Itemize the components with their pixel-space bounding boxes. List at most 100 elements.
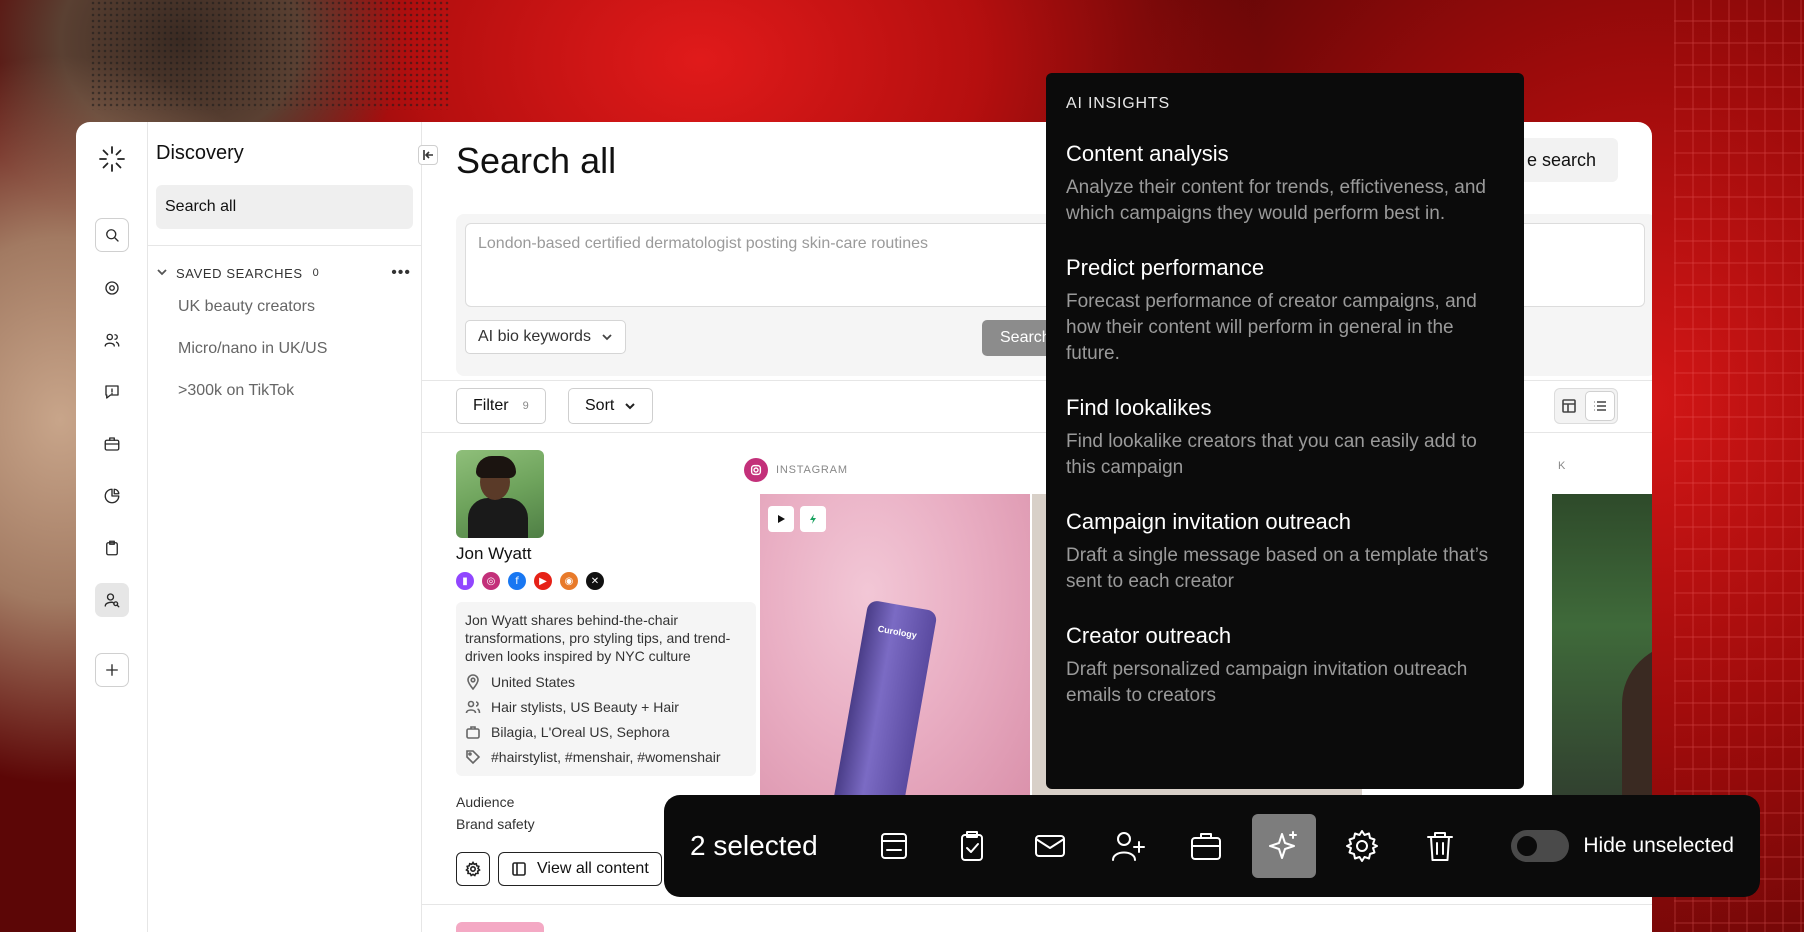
briefcase-icon [104,437,119,451]
chat-icon [104,385,119,399]
creator-tags: #hairstylist, #menshair, #womenshair [465,749,747,765]
divider [422,904,1652,905]
creator-bio: Jon Wyatt shares behind-the-chair transf… [465,612,731,664]
users-icon [465,700,481,714]
briefcase-icon [466,726,480,739]
brand-safety-link[interactable]: Brand safety [456,816,535,832]
page-title: Search all [456,140,617,181]
add-to-campaign-button[interactable] [1174,814,1238,878]
insight-creator-outreach[interactable]: Creator outreach Draft personalized camp… [1066,623,1504,709]
rail-discovery-button[interactable] [94,583,129,617]
instagram-icon[interactable]: ◎ [482,572,500,590]
saved-search-item[interactable]: Micro/nano in UK/US [156,328,413,370]
insight-campaign-invitation-outreach[interactable]: Campaign invitation outreach Draft a sin… [1066,509,1504,595]
instagram-post-header: INSTAGRAM [744,458,848,482]
rail-target-button[interactable] [95,271,129,305]
list-icon [1594,401,1606,411]
add-user-button[interactable] [1096,814,1160,878]
creator-social-links: ▮ ◎ f ▶ ◉ ✕ [456,572,604,590]
rail-campaigns-button[interactable] [95,427,129,461]
lightning-icon [800,506,826,532]
chevron-down-icon [625,403,636,410]
add-to-list-button[interactable] [940,814,1004,878]
rss-icon[interactable]: ◉ [560,572,578,590]
sort-label: Sort [585,397,615,414]
icon-rail [76,122,148,932]
discovery-sidebar: Discovery Search all SAVED SEARCHES 0 ••… [148,122,438,932]
chevron-down-icon [602,334,612,341]
rail-search-button[interactable] [94,218,129,252]
gear-icon [1345,830,1378,862]
platform-label: K [1558,460,1567,472]
rail-tasks-button[interactable] [95,531,129,565]
logo-icon [98,146,125,172]
layout-icon [1562,399,1576,413]
selected-count: 2 selected [690,830,818,861]
ai-insights-menu: AI INSIGHTS Content analysis Analyze the… [1046,73,1524,789]
next-creator-avatar[interactable] [456,922,544,932]
sidebar-divider [148,245,421,246]
grid-view-button[interactable] [1555,389,1583,423]
trash-icon [1426,832,1453,861]
play-icon [768,506,794,532]
saved-search-item[interactable]: >300k on TikTok [156,370,413,412]
plus-icon [105,664,118,676]
saved-search-item[interactable]: UK beauty creators [156,286,413,328]
rail-chat-button[interactable] [95,375,129,409]
toggle-switch[interactable] [1511,830,1570,862]
clipboard-icon [105,540,118,556]
chevron-down-icon [156,266,168,281]
product-image: Curology [832,599,938,819]
ai-insights-heading: AI INSIGHTS [1066,95,1170,112]
x-icon[interactable]: ✕ [586,572,604,590]
users-icon [104,333,119,347]
rail-users-button[interactable] [95,323,129,357]
more-options-icon[interactable]: ••• [391,264,411,282]
ai-insights-button[interactable] [1251,814,1316,878]
facebook-icon[interactable]: f [508,572,526,590]
hide-unselected-label: Hide unselected [1583,834,1734,857]
view-all-content-button[interactable]: View all content [498,852,662,886]
twitch-icon[interactable]: ▮ [456,572,474,590]
search-icon [105,229,119,242]
search-mode-select[interactable]: AI bio keywords [465,320,626,354]
briefcase-icon [1190,833,1221,860]
filter-count-badge: 9 [522,400,529,412]
saved-searches-count: 0 [312,267,320,279]
clipboard-check-icon [960,831,983,861]
creator-name[interactable]: Jon Wyatt [456,544,531,564]
youtube-icon[interactable]: ▶ [534,572,552,590]
saved-searches-header[interactable]: SAVED SEARCHES 0 ••• [156,264,413,282]
content-thumbnail[interactable]: Curology [760,494,1030,824]
delete-button[interactable] [1408,814,1472,878]
creator-settings-button[interactable] [456,852,490,886]
insight-find-lookalikes[interactable]: Find lookalikes Find lookalike creators … [1066,395,1504,481]
hide-unselected-toggle[interactable]: Hide unselected [1511,830,1734,862]
rail-add-button[interactable] [94,653,129,687]
sidebar-item-search-all[interactable]: Search all [156,185,413,229]
settings-button[interactable] [1330,814,1394,878]
instagram-icon [744,458,768,482]
location-pin-icon [467,674,479,690]
rail-reports-button[interactable] [95,479,129,513]
mail-icon [1034,835,1065,857]
filter-button[interactable]: Filter 9 [456,388,546,424]
insight-predict-performance[interactable]: Predict performance Forecast performance… [1066,255,1504,367]
sparkle-icon [1268,831,1297,859]
panel-icon [880,833,907,859]
panel-icon [512,862,526,876]
tag-icon [466,750,481,765]
sort-button[interactable]: Sort [568,388,654,424]
background-grid [1674,0,1804,932]
email-button[interactable] [1018,814,1082,878]
open-panel-button[interactable] [862,814,926,878]
user-search-icon [104,593,119,608]
insight-content-analysis[interactable]: Content analysis Analyze their content f… [1066,141,1504,227]
target-icon [104,281,119,295]
list-view-button[interactable] [1585,391,1615,421]
content-thumbnail[interactable] [1552,494,1652,824]
audience-link[interactable]: Audience [456,794,514,810]
creator-avatar[interactable] [456,450,544,538]
filter-label: Filter [473,397,509,414]
creator-bio-box: Jon Wyatt shares behind-the-chair transf… [456,602,756,776]
